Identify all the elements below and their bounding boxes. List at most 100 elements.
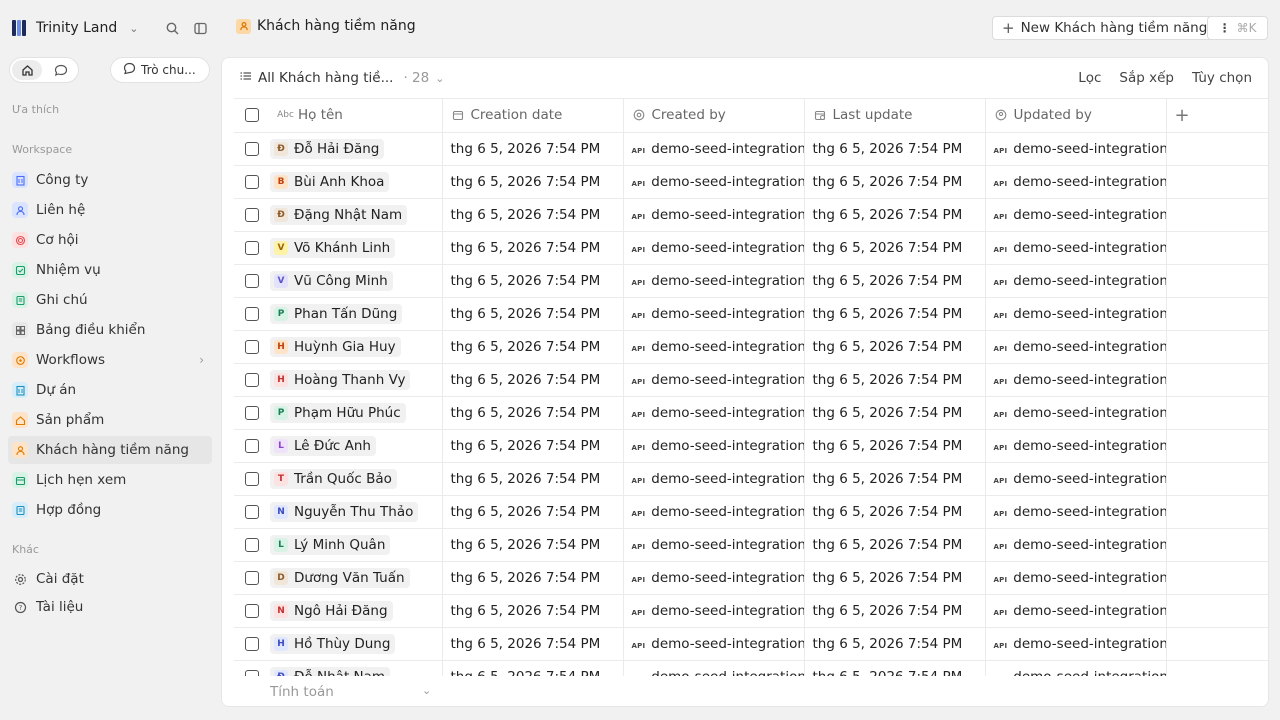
workspace-switcher[interactable]: Trinity Land ⌄ [12, 18, 138, 38]
creation-date-cell[interactable]: thg 6 5, 2026 7:54 PM [442, 231, 624, 265]
table-row[interactable]: V Võ Khánh Linh thg 6 5, 2026 7:54 PM API de… [234, 231, 1268, 265]
table-row[interactable]: B Bùi Anh Khoa thg 6 5, 2026 7:54 PM API dem… [234, 165, 1268, 199]
last-update-cell[interactable]: thg 6 5, 2026 7:54 PM [804, 495, 986, 529]
table-row[interactable]: H Hồ Thùy Dung thg 6 5, 2026 7:54 PM API dem… [234, 627, 1268, 661]
updated-by-cell[interactable]: API demo-seed-integration [985, 264, 1167, 298]
creation-date-cell[interactable]: thg 6 5, 2026 7:54 PM [442, 594, 624, 628]
sidebar-item-du-an[interactable]: Dự án [8, 376, 212, 404]
updated-by-cell[interactable]: API demo-seed-integration [985, 561, 1167, 595]
record-chip[interactable]: H Huỳnh Gia Huy [270, 336, 401, 357]
name-cell[interactable]: Đ Đỗ Hải Đăng [270, 132, 443, 166]
chevron-right-icon[interactable]: › [199, 353, 204, 367]
updated-by-cell[interactable]: API demo-seed-integration [985, 627, 1167, 661]
created-by-cell[interactable]: API demo-seed-integration [623, 429, 805, 463]
table-row[interactable]: Đ Đặng Nhật Nam thg 6 5, 2026 7:54 PM API de… [234, 198, 1268, 232]
table-row[interactable]: H Huỳnh Gia Huy thg 6 5, 2026 7:54 PM API de… [234, 330, 1268, 364]
name-cell[interactable]: P Phạm Hữu Phúc [270, 396, 443, 430]
calculate-label[interactable]: Tính toán [270, 684, 334, 700]
table-row[interactable]: L Lê Đức Anh thg 6 5, 2026 7:54 PM API demo-… [234, 429, 1268, 463]
table-row[interactable]: L Lý Minh Quân thg 6 5, 2026 7:54 PM API dem… [234, 528, 1268, 562]
sidebar-item-hop-dong[interactable]: Hợp đồng [8, 496, 212, 524]
created-by-cell[interactable]: API demo-seed-integration [623, 198, 805, 232]
creation-date-cell[interactable]: thg 6 5, 2026 7:54 PM [442, 297, 624, 331]
view-selector[interactable]: All Khách hàng tiề... · 28 ⌄ [240, 70, 444, 86]
updated-by-cell[interactable]: API demo-seed-integration [985, 462, 1167, 496]
record-chip[interactable]: H Hồ Thùy Dung [270, 633, 396, 654]
row-checkbox[interactable] [245, 240, 259, 255]
table-row[interactable]: Đ Đỗ Hải Đăng thg 6 5, 2026 7:54 PM API demo… [234, 132, 1268, 166]
command-menu-button[interactable]: ⋮ ⌘K [1207, 16, 1268, 40]
record-chip[interactable]: H Hoàng Thanh Vy [270, 369, 411, 390]
row-checkbox[interactable] [245, 504, 259, 519]
row-checkbox[interactable] [245, 636, 259, 651]
options-button[interactable]: Tùy chọn [1192, 70, 1252, 86]
row-checkbox[interactable] [245, 405, 259, 420]
record-chip[interactable]: V Võ Khánh Linh [270, 237, 396, 258]
sidebar-item-san-pham[interactable]: Sản phẩm [8, 406, 212, 434]
creation-date-cell[interactable]: thg 6 5, 2026 7:54 PM [442, 429, 624, 463]
sidebar-item-cong-ty[interactable]: Công ty [8, 166, 212, 194]
updated-by-cell[interactable]: API demo-seed-integration [985, 396, 1167, 430]
filter-button[interactable]: Lọc [1078, 70, 1101, 86]
name-cell[interactable]: H Hoàng Thanh Vy [270, 363, 443, 397]
last-update-cell[interactable]: thg 6 5, 2026 7:54 PM [804, 528, 986, 562]
name-cell[interactable]: V Võ Khánh Linh [270, 231, 443, 265]
name-cell[interactable]: H Huỳnh Gia Huy [270, 330, 443, 364]
record-chip[interactable]: L Lê Đức Anh [270, 435, 376, 456]
record-chip[interactable]: N Nguyễn Thu Thảo [270, 501, 419, 522]
created-by-cell[interactable]: API demo-seed-integration [623, 528, 805, 562]
column-header-creation-date[interactable]: Creation date [442, 99, 624, 133]
row-checkbox[interactable] [245, 372, 259, 387]
last-update-cell[interactable]: thg 6 5, 2026 7:54 PM [804, 231, 986, 265]
creation-date-cell[interactable]: thg 6 5, 2026 7:54 PM [442, 561, 624, 595]
home-icon[interactable] [12, 60, 42, 80]
creation-date-cell[interactable]: thg 6 5, 2026 7:54 PM [442, 495, 624, 529]
last-update-cell[interactable]: thg 6 5, 2026 7:54 PM [804, 660, 986, 676]
last-update-cell[interactable]: thg 6 5, 2026 7:54 PM [804, 363, 986, 397]
sidebar-item-lien-he[interactable]: Liên hệ [8, 196, 212, 224]
creation-date-cell[interactable]: thg 6 5, 2026 7:54 PM [442, 264, 624, 298]
record-chip[interactable]: T Trần Quốc Bảo [270, 468, 397, 489]
creation-date-cell[interactable]: thg 6 5, 2026 7:54 PM [442, 330, 624, 364]
table-row[interactable]: ĐĐỗ Nhật Namthg 6 5, 2026 7:54 PMAPIdemo… [234, 660, 1268, 676]
updated-by-cell[interactable]: API demo-seed-integration [985, 330, 1167, 364]
table-row[interactable]: D Dương Văn Tuấn thg 6 5, 2026 7:54 PM API d… [234, 561, 1268, 595]
last-update-cell[interactable]: thg 6 5, 2026 7:54 PM [804, 462, 986, 496]
table-row[interactable]: P Phan Tấn Dũng thg 6 5, 2026 7:54 PM API de… [234, 297, 1268, 331]
name-cell[interactable]: T Trần Quốc Bảo [270, 462, 443, 496]
search-icon[interactable] [163, 18, 181, 38]
creation-date-cell[interactable]: thg 6 5, 2026 7:54 PM [442, 528, 624, 562]
last-update-cell[interactable]: thg 6 5, 2026 7:54 PM [804, 165, 986, 199]
created-by-cell[interactable]: API demo-seed-integration [623, 495, 805, 529]
created-by-cell[interactable]: API demo-seed-integration [623, 627, 805, 661]
last-update-cell[interactable]: thg 6 5, 2026 7:54 PM [804, 198, 986, 232]
updated-by-cell[interactable]: API demo-seed-integration [985, 297, 1167, 331]
name-cell[interactable]: N Nguyễn Thu Thảo [270, 495, 443, 529]
row-checkbox[interactable] [245, 207, 259, 222]
record-chip[interactable]: B Bùi Anh Khoa [270, 171, 390, 192]
creation-date-cell[interactable]: thg 6 5, 2026 7:54 PM [442, 165, 624, 199]
table-row[interactable]: N Ngô Hải Đăng thg 6 5, 2026 7:54 PM API dem… [234, 594, 1268, 628]
created-by-cell[interactable]: API demo-seed-integration [623, 231, 805, 265]
updated-by-cell[interactable]: API demo-seed-integration [985, 495, 1167, 529]
creation-date-cell[interactable]: thg 6 5, 2026 7:54 PM [442, 627, 624, 661]
table-row[interactable]: T Trần Quốc Bảo thg 6 5, 2026 7:54 PM API de… [234, 462, 1268, 496]
updated-by-cell[interactable]: API demo-seed-integration [985, 594, 1167, 628]
sidebar-item-docs[interactable]: ? Tài liệu [8, 594, 212, 620]
last-update-cell[interactable]: thg 6 5, 2026 7:54 PM [804, 132, 986, 166]
last-update-cell[interactable]: thg 6 5, 2026 7:54 PM [804, 429, 986, 463]
updated-by-cell[interactable]: API demo-seed-integration [985, 363, 1167, 397]
select-all-checkbox[interactable] [245, 108, 259, 123]
last-update-cell[interactable]: thg 6 5, 2026 7:54 PM [804, 264, 986, 298]
name-cell[interactable]: H Hồ Thùy Dung [270, 627, 443, 661]
created-by-cell[interactable]: API demo-seed-integration [623, 132, 805, 166]
created-by-cell[interactable]: API demo-seed-integration [623, 561, 805, 595]
sidebar-item-bang-dieu-khien[interactable]: Bảng điều khiển [8, 316, 212, 344]
record-chip[interactable]: P Phạm Hữu Phúc [270, 402, 406, 423]
created-by-cell[interactable]: API demo-seed-integration [623, 363, 805, 397]
creation-date-cell[interactable]: thg 6 5, 2026 7:54 PM [442, 660, 624, 676]
column-header-last-update[interactable]: Last update [804, 99, 986, 133]
column-header-updated-by[interactable]: Updated by [985, 99, 1167, 133]
sidebar-item-workflows[interactable]: Workflows › [8, 346, 212, 374]
column-header-created-by[interactable]: Created by [623, 99, 805, 133]
